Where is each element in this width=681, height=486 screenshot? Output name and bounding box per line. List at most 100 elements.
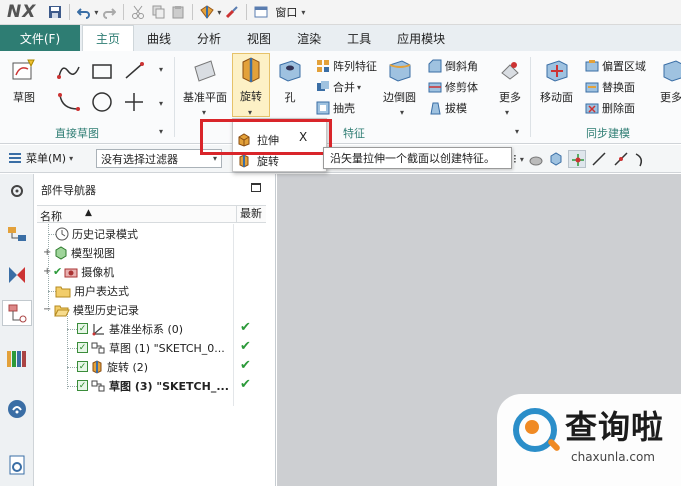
ellipsis-icon[interactable]: ⁝	[513, 152, 517, 166]
line-button[interactable]	[123, 61, 145, 81]
datum-plane-caret[interactable]: ▾	[202, 108, 206, 117]
snap-endpoint-icon[interactable]	[612, 150, 630, 168]
tab-analysis[interactable]: 分析	[184, 25, 234, 51]
more2-button[interactable]: 更多	[660, 57, 681, 105]
tree-row-revolve[interactable]: ✓ 旋转 (2)	[77, 357, 148, 376]
settings-button[interactable]	[4, 178, 30, 204]
revolve-caret[interactable]: ▾	[248, 108, 252, 117]
redo-icon[interactable]	[100, 3, 118, 21]
feature-group-more[interactable]: ▾	[515, 127, 519, 136]
trim-body-button[interactable]: 修剪体	[428, 79, 478, 95]
spline-button[interactable]	[56, 61, 82, 81]
column-name-header[interactable]: 名称	[40, 208, 62, 224]
window-menu[interactable]: 窗口	[275, 4, 297, 20]
sort-ascending-icon[interactable]: ▲	[85, 208, 92, 218]
delete-face-button[interactable]: 删除面	[585, 100, 635, 116]
assembly-navigator-button[interactable]	[4, 222, 30, 248]
edge-blend-button[interactable]: 边倒圆	[383, 57, 416, 105]
tree-row-sketch-1[interactable]: ✓ 草图 (1) "SKETCH_0...	[77, 338, 225, 357]
expand-icon[interactable]: +	[43, 247, 51, 258]
datum-plane-button[interactable]: 基准平面	[183, 57, 227, 105]
unite-button[interactable]: 合并 ▾	[316, 79, 361, 95]
navigator-tree: 历史记录模式 + 模型视图 + ✔ 摄像机 用户表达式 − 模型历史记录 ✓ 基…	[37, 224, 266, 406]
feature-icon[interactable]	[198, 3, 216, 21]
tab-tools[interactable]: 工具	[334, 25, 384, 51]
tree-row-label: 摄像机	[81, 265, 115, 279]
line-caret[interactable]: ▾	[159, 65, 163, 74]
tab-application[interactable]: 应用模块	[384, 25, 458, 51]
more-caret[interactable]: ▾	[505, 108, 509, 117]
tree-row-sketch-3[interactable]: ✓ 草图 (3) "SKETCH_...	[77, 376, 229, 395]
revolve-menu-item[interactable]: 旋转	[237, 153, 279, 169]
direct-sketch-more[interactable]: ▾	[159, 127, 163, 136]
snap-caret[interactable]: ▾	[520, 155, 524, 164]
web-browser-icon	[8, 400, 26, 418]
tab-home[interactable]: 主页	[82, 25, 135, 51]
cube-view-icon[interactable]	[548, 151, 564, 167]
tab-view[interactable]: 视图	[234, 25, 284, 51]
point-caret[interactable]: ▾	[159, 99, 163, 108]
shaded-view-icon[interactable]	[528, 151, 544, 167]
offset-region-button[interactable]: 偏置区域	[585, 58, 646, 74]
move-face-button[interactable]: 移动面	[540, 57, 573, 105]
window-icon[interactable]	[252, 3, 270, 21]
checkbox[interactable]: ✓	[77, 342, 88, 353]
feature-caret[interactable]: ▾	[217, 8, 221, 17]
revolve-label: 旋转	[240, 90, 262, 103]
maximize-icon[interactable]	[251, 183, 261, 192]
save-icon[interactable]	[46, 3, 64, 21]
web-browser-button[interactable]	[4, 396, 30, 422]
undo-caret[interactable]: ▾	[94, 8, 98, 17]
snap-point-icon[interactable]	[567, 150, 586, 168]
visible-check-icon[interactable]: ✔	[53, 265, 62, 278]
replace-face-button[interactable]: 替换面	[585, 79, 635, 95]
snap-curve-icon[interactable]	[634, 150, 646, 168]
column-latest-header[interactable]: 最新	[236, 206, 262, 222]
tree-row-user-expressions[interactable]: 用户表达式	[55, 281, 129, 300]
hole-button[interactable]: 孔	[276, 57, 304, 105]
collapse-icon[interactable]: −	[43, 304, 51, 315]
checkbox[interactable]: ✓	[77, 323, 88, 334]
tree-row-history-mode[interactable]: 历史记录模式	[55, 224, 138, 243]
checkbox[interactable]: ✓	[77, 361, 88, 372]
undo-icon[interactable]	[75, 3, 93, 21]
tab-file[interactable]: 文件(F)	[0, 25, 80, 51]
chamfer-button[interactable]: 倒斜角	[428, 58, 478, 74]
tree-row-datum-csys[interactable]: ✓ 基准坐标系 (0)	[77, 319, 183, 338]
window-menu-caret[interactable]: ▾	[301, 8, 305, 17]
draft-button[interactable]: 拔模	[428, 100, 467, 116]
part-navigator-button[interactable]	[2, 300, 32, 326]
arc-button[interactable]	[56, 91, 82, 113]
hole-label: 孔	[284, 91, 296, 104]
more-button[interactable]: 更多	[496, 57, 524, 105]
line-icon	[125, 62, 144, 79]
edge-blend-caret[interactable]: ▾	[400, 108, 404, 117]
menu-button[interactable]: 菜单(M) ▾	[8, 150, 73, 166]
checkbox[interactable]: ✓	[77, 380, 88, 391]
unite-caret[interactable]: ▾	[357, 83, 361, 92]
brush-icon[interactable]	[223, 3, 241, 21]
tree-row-model-views[interactable]: + 模型视图	[43, 243, 115, 262]
rectangle-button[interactable]	[91, 63, 113, 81]
tree-row-camera[interactable]: + ✔ 摄像机	[43, 262, 114, 281]
paste-icon[interactable]	[169, 3, 187, 21]
shell-button[interactable]: 抽壳	[316, 100, 355, 116]
tab-curve[interactable]: 曲线	[134, 25, 184, 51]
cut-icon[interactable]	[129, 3, 147, 21]
tab-render[interactable]: 渲染	[284, 25, 334, 51]
constraint-navigator-button[interactable]	[4, 262, 30, 288]
tree-row-label: 用户表达式	[74, 284, 129, 298]
navigator-header: 名称 ▲ 最新	[37, 205, 266, 223]
copy-icon[interactable]	[149, 3, 167, 21]
circle-button[interactable]	[91, 91, 113, 113]
snap-line-icon[interactable]	[590, 150, 608, 168]
group-separator	[174, 57, 175, 137]
reuse-library-button[interactable]	[4, 346, 30, 372]
tree-row-model-history[interactable]: − 模型历史记录	[43, 300, 139, 319]
point-button[interactable]	[123, 91, 145, 113]
expand-icon[interactable]: +	[43, 266, 51, 277]
history-button[interactable]	[4, 452, 30, 478]
gear-icon	[11, 185, 23, 197]
sketch-button[interactable]: 草图	[10, 57, 38, 105]
pattern-feature-button[interactable]: 阵列特征	[316, 58, 377, 74]
